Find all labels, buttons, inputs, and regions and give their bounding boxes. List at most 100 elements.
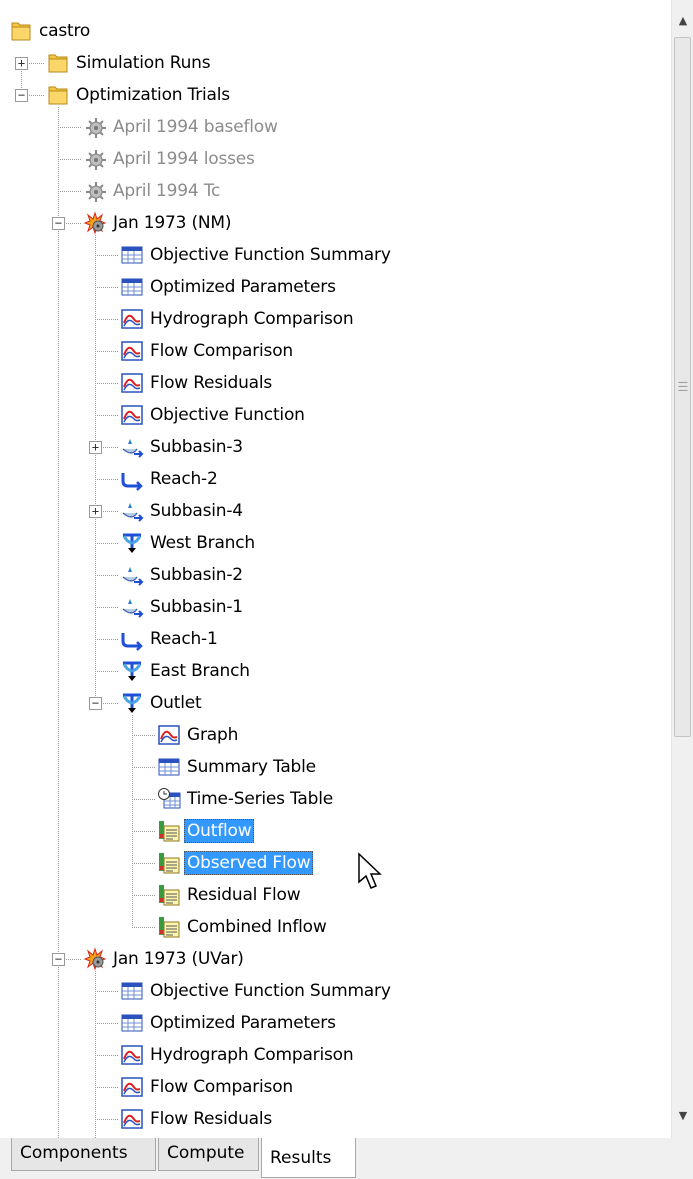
- tree-node-label: Outlet: [150, 693, 202, 713]
- tree-node[interactable]: Subbasin-2: [120, 561, 246, 589]
- graph-icon: [120, 371, 144, 395]
- graph-icon: [120, 1107, 144, 1131]
- trial-active-icon: [83, 211, 107, 235]
- collapse-toggle-icon[interactable]: −: [52, 217, 65, 230]
- tree-node[interactable]: April 1994 losses: [83, 145, 258, 173]
- table-icon: [120, 1011, 144, 1035]
- tree-node[interactable]: Flow Comparison: [120, 1073, 296, 1101]
- subbasin-icon: [120, 435, 144, 459]
- junction-icon: [120, 659, 144, 683]
- tree-node[interactable]: Subbasin-3: [120, 433, 246, 461]
- tree-node[interactable]: Subbasin-4: [120, 497, 246, 525]
- tree-node[interactable]: castro: [9, 17, 93, 45]
- tree-node-label: Simulation Runs: [76, 53, 211, 73]
- junction-icon: [120, 531, 144, 555]
- expand-toggle-icon[interactable]: +: [89, 505, 102, 518]
- collapse-toggle-icon[interactable]: −: [89, 697, 102, 710]
- graph-icon: [120, 1075, 144, 1099]
- trial-inactive-icon: [83, 115, 107, 139]
- tab-components[interactable]: Components: [11, 1138, 156, 1171]
- collapse-toggle-icon[interactable]: −: [15, 89, 28, 102]
- tab-compute[interactable]: Compute: [158, 1138, 259, 1171]
- folder-icon: [46, 83, 70, 107]
- tree-node-label: Time-Series Table: [187, 789, 333, 809]
- graph-icon: [157, 723, 181, 747]
- tree-node-label: Summary Table: [187, 757, 316, 777]
- tree-node-label: Jan 1973 (NM): [113, 213, 232, 233]
- tree-node-label: Subbasin-4: [150, 501, 243, 521]
- tree-node-label: Optimized Parameters: [150, 277, 336, 297]
- time-series-icon: [157, 883, 181, 907]
- tree-node-label: Graph: [187, 725, 239, 745]
- tree-node[interactable]: Jan 1973 (NM): [83, 209, 234, 237]
- tree-node[interactable]: Graph: [157, 721, 241, 749]
- graph-icon: [120, 403, 144, 427]
- results-panel: castro Simulation Runs + Optimization Trial…: [0, 0, 693, 1179]
- tree-node-label: Reach-1: [150, 629, 218, 649]
- scroll-thumb[interactable]: — — —: [674, 37, 691, 737]
- expand-toggle-icon[interactable]: +: [15, 57, 28, 70]
- trial-inactive-icon: [83, 147, 107, 171]
- tree-node-label: Subbasin-1: [150, 597, 243, 617]
- scroll-up-arrow-icon[interactable]: ▲: [674, 10, 692, 32]
- tree-node-label: Optimized Parameters: [150, 1013, 336, 1033]
- tree-node-label: April 1994 baseflow: [113, 117, 278, 137]
- tree-node[interactable]: East Branch: [120, 657, 253, 685]
- collapse-toggle-icon[interactable]: −: [52, 953, 65, 966]
- tree-node[interactable]: Outlet: [120, 689, 204, 717]
- tree-node-label: East Branch: [150, 661, 250, 681]
- tree-node[interactable]: April 1994 Tc: [83, 177, 223, 205]
- tree-node[interactable]: Optimized Parameters: [120, 1009, 339, 1037]
- subbasin-icon: [120, 563, 144, 587]
- graph-icon: [120, 1043, 144, 1067]
- vertical-scrollbar[interactable]: ▲ — — — ▼: [671, 0, 693, 1138]
- graph-icon: [120, 339, 144, 363]
- tree-node[interactable]: Simulation Runs: [46, 49, 213, 77]
- subbasin-icon: [120, 499, 144, 523]
- tree-node-label: Flow Residuals: [150, 373, 273, 393]
- table-icon: [157, 755, 181, 779]
- time-series-icon: [157, 851, 181, 875]
- tree-node-label: Reach-2: [150, 469, 218, 489]
- tree-node-label: Flow Comparison: [150, 341, 293, 361]
- tree-node[interactable]: Objective Function Summary: [120, 241, 394, 269]
- tree-node-label: Subbasin-3: [150, 437, 243, 457]
- tree-node[interactable]: Flow Residuals: [120, 1105, 275, 1133]
- graph-icon: [120, 307, 144, 331]
- tree-node[interactable]: Residual Flow: [157, 881, 303, 909]
- tree-node-label: castro: [39, 21, 91, 41]
- scroll-grip-icon: — — —: [678, 377, 688, 396]
- tree-node[interactable]: Hydrograph Comparison: [120, 1041, 356, 1069]
- tree-node[interactable]: Optimized Parameters: [120, 273, 339, 301]
- tree-node-label: Outflow: [184, 819, 255, 843]
- tree-node[interactable]: Hydrograph Comparison: [120, 305, 356, 333]
- trial-active-icon: [83, 947, 107, 971]
- tree-node[interactable]: Objective Function Summary: [120, 977, 394, 1005]
- mouse-pointer-icon: [358, 852, 382, 889]
- tree-node[interactable]: Summary Table: [157, 753, 319, 781]
- tree-node-label: April 1994 Tc: [113, 181, 221, 201]
- tree-node[interactable]: Subbasin-1: [120, 593, 246, 621]
- tree-node[interactable]: Flow Comparison: [120, 337, 296, 365]
- junction-icon: [120, 691, 144, 715]
- scroll-down-arrow-icon[interactable]: ▼: [674, 1105, 692, 1127]
- tree-node[interactable]: Flow Residuals: [120, 369, 275, 397]
- tree-node[interactable]: April 1994 baseflow: [83, 113, 281, 141]
- tree-node[interactable]: Jan 1973 (UVar): [83, 945, 247, 973]
- results-tree[interactable]: castro Simulation Runs + Optimization Trial…: [0, 0, 672, 1139]
- tree-node[interactable]: Reach-2: [120, 465, 221, 493]
- tree-node[interactable]: West Branch: [120, 529, 258, 557]
- tree-node[interactable]: Combined Inflow: [157, 913, 330, 941]
- reach-icon: [120, 467, 144, 491]
- tree-node[interactable]: Reach-1: [120, 625, 221, 653]
- tree-node-label: Subbasin-2: [150, 565, 243, 585]
- table-icon: [120, 243, 144, 267]
- tree-node[interactable]: Outflow: [157, 817, 255, 845]
- tree-node[interactable]: Objective Function: [120, 401, 308, 429]
- expand-toggle-icon[interactable]: +: [89, 441, 102, 454]
- tree-node[interactable]: Time-Series Table: [157, 785, 336, 813]
- tree-node[interactable]: Optimization Trials: [46, 81, 233, 109]
- trial-inactive-icon: [83, 179, 107, 203]
- tree-node[interactable]: Observed Flow: [157, 849, 314, 877]
- tab-results[interactable]: Results: [261, 1138, 356, 1178]
